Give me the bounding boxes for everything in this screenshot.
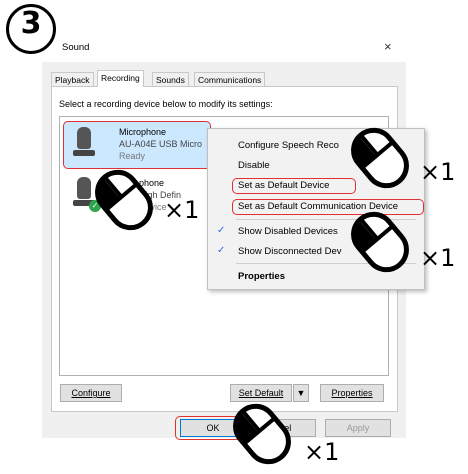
checkmark-icon: ✓ [217, 245, 226, 256]
window-title: Sound [62, 42, 90, 53]
properties-button[interactable]: Properties [320, 384, 384, 402]
mouse-icon [351, 211, 409, 273]
configure-button[interactable]: Configure [60, 384, 122, 402]
tab-communications[interactable]: Communications [194, 72, 266, 87]
tab-playback[interactable]: Playback [51, 72, 94, 87]
mouse-icon [351, 127, 409, 189]
menu-item-show-disconnected[interactable]: Show Disconnected Dev [238, 246, 342, 257]
menu-item-set-default-device[interactable]: Set as Default Device [238, 180, 329, 191]
click-count: ×1 [164, 196, 200, 224]
menu-item-configure-speech[interactable]: Configure Speech Reco [238, 140, 339, 151]
step-number: 3 [20, 6, 42, 41]
click-count: ×1 [304, 438, 340, 466]
device-description: AU-A04E USB Micro [119, 139, 203, 149]
menu-item-properties[interactable]: Properties [238, 271, 285, 282]
click-count: ×1 [420, 158, 456, 186]
tab-recording[interactable]: Recording [97, 70, 144, 87]
menu-item-disable[interactable]: Disable [238, 160, 270, 171]
title-bar [42, 32, 406, 62]
instruction-text: Select a recording device below to modif… [59, 99, 273, 109]
menu-item-show-disabled[interactable]: Show Disabled Devices [238, 226, 338, 237]
tab-sounds[interactable]: Sounds [152, 72, 189, 87]
click-count: ×1 [420, 244, 456, 272]
microphone-icon [77, 127, 91, 149]
apply-button[interactable]: Apply [325, 419, 391, 437]
checkmark-icon: ✓ [217, 225, 226, 236]
mouse-icon [95, 169, 153, 231]
close-icon[interactable]: × [384, 39, 392, 54]
device-name: Microphone [119, 127, 167, 137]
microphone-base-icon [73, 150, 95, 156]
mouse-icon [233, 403, 291, 465]
